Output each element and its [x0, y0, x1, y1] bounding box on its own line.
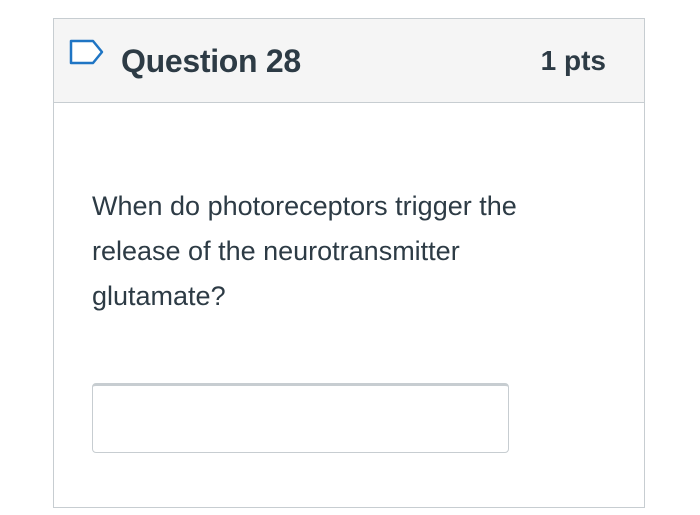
- question-text: When do photoreceptors trigger the relea…: [92, 191, 517, 311]
- question-header: Question 28 1 pts: [54, 19, 644, 103]
- question-card: Question 28 1 pts When do photoreceptors…: [53, 18, 645, 508]
- answer-input[interactable]: [92, 383, 509, 453]
- question-points: 1 pts: [540, 45, 606, 76]
- question-title: Question 28: [121, 43, 301, 79]
- flag-icon[interactable]: [69, 39, 105, 73]
